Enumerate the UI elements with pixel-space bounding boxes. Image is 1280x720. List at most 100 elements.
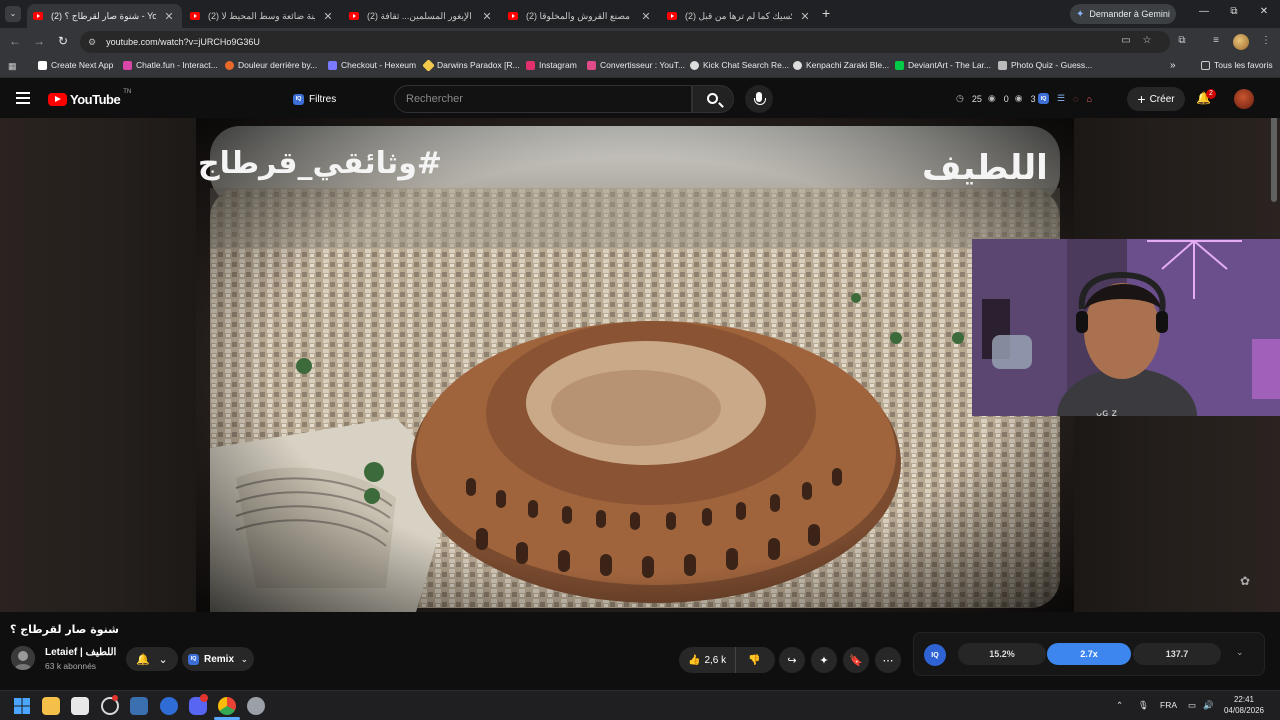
close-icon[interactable]: ✕ [480,10,494,23]
new-tab-button[interactable]: + [822,6,836,20]
save-button[interactable]: 🔖 [843,647,869,673]
globe-icon [793,60,802,70]
tray-chevron-icon[interactable]: ⌃ [1116,700,1123,711]
channel-watermark-icon[interactable]: ✿ [1240,574,1258,592]
forward-button[interactable]: → [31,34,47,48]
bookmark-item[interactable]: Convertisseur : YouT... [587,60,685,70]
minimize-button[interactable]: — [1196,6,1212,17]
tab-shark-factory[interactable]: (2) دخلنا مصنع القروش والمخلوقا ✕ [502,4,659,28]
browser-menu-icon[interactable]: ⋮ [1259,35,1273,46]
webcam-shirt-print: ᴗɢ ᴢ [1096,408,1117,416]
close-icon[interactable]: ✕ [639,10,653,23]
microphone-icon[interactable]: 🎙 [1138,700,1149,711]
deviantart-icon [895,60,904,70]
apps-grid-icon[interactable]: ▦ [8,61,17,72]
tab-lost-city[interactable]: (2) مدينة ضائعة وسط المحيط لا ✕ [184,4,341,28]
tab-youtube-carthage[interactable]: (2) شنوة صار لقرطاج ؟ - YouTube ✕ [27,4,182,28]
language-indicator[interactable]: FRA [1160,700,1177,710]
back-button[interactable]: ← [7,34,23,48]
video-frame[interactable] [196,118,1074,612]
bookmarks-overflow-button[interactable]: » [1170,60,1176,71]
close-icon[interactable]: ✕ [321,10,335,23]
list-settings-icon[interactable]: ☰ [1057,93,1065,104]
bookmark-item[interactable]: Douleur derrière by... [225,60,317,70]
tab-uyghur-food[interactable]: (2) أكل الإيغور المسلمين... ثقافة ✕ [343,4,500,28]
video-overlay-title: اللطيف [922,148,1048,188]
bookmark-item[interactable]: Photo Quiz - Guess... [998,60,1092,70]
bookmark-item[interactable]: Darwins Paradox [R... [422,58,520,72]
bookmark-star-icon[interactable]: ☆ [1140,35,1154,46]
eye-icon: ◉ [987,93,996,103]
counter-value: 0 [1003,93,1009,104]
bookmark-item[interactable]: Create Next App [38,60,113,70]
steam-icon[interactable] [130,697,148,715]
system-clock[interactable]: 22:41 04/08/2026 [1216,694,1272,716]
site-info-icon[interactable]: ⚙ [88,37,96,48]
tab-mexico[interactable]: (2) المكسيك كما لم ترها من قبل.. ✕ [661,4,818,28]
tab-search-button[interactable]: ⌄ [5,6,21,22]
all-bookmarks-folder[interactable]: Tous les favoris [1201,60,1273,70]
video-player[interactable]: اللطيف #وثائقي_قرطاج ✿ ᴗɢ ᴢ [0,118,1280,612]
speed-chip-percentage[interactable]: 15.2% [958,643,1046,665]
profile-avatar[interactable] [1233,34,1249,50]
dislike-button[interactable]: 👎 [736,647,772,673]
create-button[interactable]: + Créer [1127,87,1185,111]
speed-chip-value[interactable]: 137.7 [1133,643,1221,665]
close-window-button[interactable]: ✕ [1256,6,1272,17]
chevron-down-icon: ⌄ [158,653,168,666]
more-actions-button[interactable]: ⋯ [875,647,901,673]
subscription-notifications-button[interactable]: 🔔 ⌄ [126,647,178,671]
search-input[interactable]: Rechercher [394,85,692,113]
reading-list-icon[interactable]: ≡ [1209,35,1223,46]
bookmark-item[interactable]: Kenpachi Zaraki Ble... [793,60,889,70]
microsoft-store-icon[interactable] [71,697,89,715]
site-icon [225,60,234,70]
youtube-logo[interactable]: YouTube TN [48,89,131,107]
close-icon[interactable]: ✕ [162,10,176,23]
settings-gear-icon[interactable] [247,697,265,715]
share-button[interactable]: ↪ [779,647,805,673]
volume-icon[interactable]: 🔊 [1203,700,1214,711]
page-scrollbar[interactable] [1271,118,1277,202]
ask-gemini-button[interactable]: ✦ Demander à Gemini [1070,4,1176,24]
converter-icon [587,60,596,70]
bookmark-label: Kick Chat Search Re... [703,60,789,70]
restore-button[interactable]: ⧉ [1226,6,1242,17]
install-app-icon[interactable]: ▭ [1119,35,1133,46]
youtube-favicon-icon [667,12,677,20]
plus-icon: + [1137,91,1146,107]
extensions-icon[interactable]: ⧉ [1175,35,1189,46]
network-icon[interactable]: ▭ [1188,700,1196,711]
remix-button[interactable]: IQ Remix ⌄ [182,647,254,671]
ask-ai-button[interactable]: ✦ [811,647,837,673]
bookmark-item[interactable]: Chatle.fun - Interact... [123,60,218,70]
close-icon[interactable]: ✕ [798,10,812,23]
search-button[interactable] [692,85,734,113]
iq-extension-icon[interactable]: IQ [924,644,946,666]
speed-chip-multiplier[interactable]: 2.7x [1047,643,1131,665]
iq-extension-icon[interactable]: IQ [1038,93,1049,104]
file-explorer-icon[interactable] [42,697,60,715]
chevron-down-icon[interactable]: ⌄ [1236,647,1244,658]
gemini-label: Demander à Gemini [1089,9,1170,19]
channel-name[interactable]: Letaief | اللطيف [45,647,116,658]
url-text: youtube.com/watch?v=jURCHo9G36U [106,37,260,47]
ambient-glow-left [0,118,196,612]
app-icon[interactable] [160,697,178,715]
channel-avatar[interactable] [11,646,35,670]
voice-search-microphone-icon[interactable] [745,85,773,113]
filters-button[interactable]: IQ Filtres [287,88,342,110]
bookmark-item[interactable]: DeviantArt - The Lar... [895,60,991,70]
bookmark-item[interactable]: Instagram [526,60,577,70]
bookmark-item[interactable]: Checkout - Hexeum [328,60,416,70]
address-bar[interactable]: ⚙ youtube.com/watch?v=jURCHo9G36U [80,31,1170,53]
menu-hamburger-icon[interactable] [16,92,30,104]
account-avatar[interactable] [1234,89,1254,109]
windows-start-icon[interactable] [13,697,31,715]
bell-off-icon[interactable]: ⌂ [1086,94,1091,104]
chrome-icon[interactable] [218,697,236,715]
bookmark-item[interactable]: Kick Chat Search Re... [690,60,789,70]
record-icon[interactable]: ◌ [1073,94,1078,104]
reload-button[interactable]: ↻ [55,34,71,48]
like-button[interactable]: 👍 2,6 k [679,647,737,673]
